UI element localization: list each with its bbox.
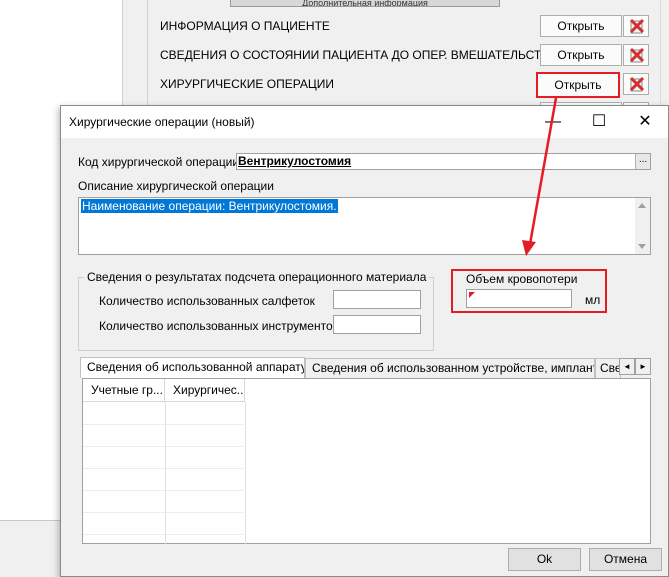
background-statusbar	[0, 520, 60, 577]
close-button[interactable]: ✕	[622, 106, 668, 138]
tab-scroll-left-button[interactable]: ◄	[619, 358, 635, 375]
open-patient-info-button[interactable]: Открыть	[540, 15, 622, 37]
tab-strip: Сведения об использованной аппаратуре Св…	[80, 357, 651, 378]
equipment-grid[interactable]: Учетные гр... Хирургичес...	[82, 378, 651, 544]
tab-equipment[interactable]: Сведения об использованной аппаратуре	[80, 357, 305, 378]
grid-row-line	[83, 534, 243, 535]
grid-row-line	[83, 424, 243, 425]
delete-patient-info-button[interactable]	[623, 15, 649, 37]
operation-description-text: Наименование операции: Вентрикулостомия.	[81, 199, 338, 213]
description-scrollbar[interactable]	[635, 198, 650, 254]
napkins-label: Количество использованных салфеток	[99, 294, 315, 308]
operation-description-field[interactable]: Наименование операции: Вентрикулостомия.	[78, 197, 651, 255]
cancel-button[interactable]: Отмена	[589, 548, 662, 571]
material-count-group	[78, 277, 434, 351]
grid-row-line	[83, 446, 243, 447]
blood-loss-label: Объем кровопотери	[466, 272, 578, 286]
grid-column-surgical[interactable]: Хирургичес...	[165, 379, 245, 402]
operation-description-label: Описание хирургической операции	[78, 179, 274, 193]
grid-row-line	[83, 468, 243, 469]
dialog-title: Хирургические операции (новый)	[69, 115, 255, 129]
operation-code-lookup-button[interactable]: ...	[635, 154, 650, 169]
operation-code-field[interactable]: Вентрикулостомия	[236, 153, 651, 170]
operation-code-label: Код хирургической операции	[78, 155, 240, 169]
dialog-titlebar[interactable]: Хирургические операции (новый) — ☐ ✕	[61, 106, 668, 138]
maximize-button[interactable]: ☐	[576, 106, 622, 138]
instruments-input[interactable]	[333, 315, 421, 334]
scroll-down-icon[interactable]	[638, 244, 646, 249]
row-label-patient-info: ИНФОРМАЦИЯ О ПАЦИЕНТЕ	[160, 19, 330, 33]
delete-preop-state-button[interactable]	[623, 44, 649, 66]
blood-loss-unit: мл	[585, 293, 601, 307]
surgical-operation-dialog: Хирургические операции (новый) — ☐ ✕ Код…	[60, 105, 669, 577]
open-preop-state-button[interactable]: Открыть	[540, 44, 622, 66]
required-marker-icon	[469, 292, 475, 298]
ok-button[interactable]: Ok	[508, 548, 581, 571]
grid-row-line	[83, 490, 243, 491]
material-count-group-title: Сведения о результатах подсчета операцио…	[84, 270, 430, 284]
tab-scroll-right-button[interactable]: ►	[635, 358, 651, 375]
grid-column-accounting-group[interactable]: Учетные гр...	[83, 379, 165, 402]
delete-icon	[629, 18, 645, 34]
row-label-surgical-operations: ХИРУРГИЧЕСКИЕ ОПЕРАЦИИ	[160, 77, 335, 91]
minimize-button[interactable]: —	[530, 106, 576, 138]
delete-icon	[629, 47, 645, 63]
scroll-up-icon[interactable]	[638, 203, 646, 208]
delete-surgical-operations-button[interactable]	[623, 73, 649, 95]
open-surgical-operations-button[interactable]: Открыть	[536, 72, 620, 98]
background-separator	[122, 0, 148, 110]
delete-icon	[629, 76, 645, 92]
row-label-preop-state: СВЕДЕНИЯ О СОСТОЯНИИ ПАЦИЕНТА ДО ОПЕР. В…	[160, 48, 557, 62]
tab-implant[interactable]: Сведения об использованном устройстве, и…	[305, 358, 595, 378]
tab-more[interactable]: Све	[595, 358, 621, 378]
grid-row-line	[83, 512, 243, 513]
background-scrollbar[interactable]	[660, 0, 669, 110]
background-header: Дополнительная информация	[230, 0, 500, 7]
grid-column-divider	[245, 402, 246, 544]
blood-loss-input[interactable]	[466, 289, 572, 308]
napkins-input[interactable]	[333, 290, 421, 309]
instruments-label: Количество использованных инструментов	[99, 319, 339, 333]
